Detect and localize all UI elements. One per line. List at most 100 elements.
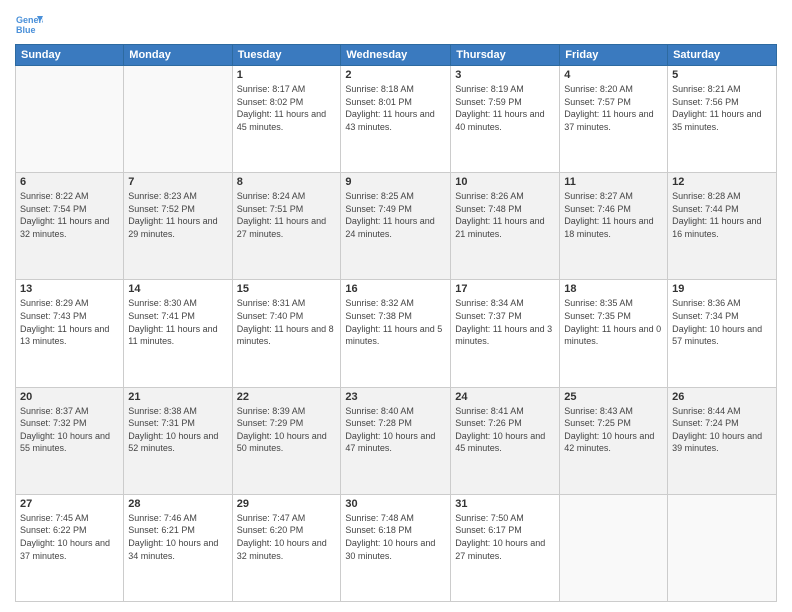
day-number: 3	[455, 69, 555, 81]
day-info: Sunrise: 7:47 AM Sunset: 6:20 PM Dayligh…	[237, 512, 337, 562]
calendar-cell	[124, 66, 232, 173]
day-number: 21	[128, 391, 227, 403]
day-info: Sunrise: 8:38 AM Sunset: 7:31 PM Dayligh…	[128, 405, 227, 455]
day-number: 26	[672, 391, 772, 403]
weekday-header-friday: Friday	[560, 45, 668, 66]
weekday-header-saturday: Saturday	[668, 45, 777, 66]
day-info: Sunrise: 8:31 AM Sunset: 7:40 PM Dayligh…	[237, 297, 337, 347]
day-info: Sunrise: 7:48 AM Sunset: 6:18 PM Dayligh…	[345, 512, 446, 562]
day-number: 12	[672, 176, 772, 188]
day-number: 19	[672, 283, 772, 295]
calendar-cell: 20Sunrise: 8:37 AM Sunset: 7:32 PM Dayli…	[16, 387, 124, 494]
calendar-cell: 30 Sunrise: 7:48 AM Sunset: 6:18 PM Dayli…	[341, 494, 451, 601]
day-info: Sunrise: 8:24 AM Sunset: 7:51 PM Dayligh…	[237, 190, 337, 240]
calendar-week-5: 27 Sunrise: 7:45 AM Sunset: 6:22 PM Dayli…	[16, 494, 777, 601]
calendar-cell: 10 Sunrise: 8:26 AM Sunset: 7:48 PM Dayli…	[451, 173, 560, 280]
calendar-cell: 9 Sunrise: 8:25 AM Sunset: 7:49 PM Daylig…	[341, 173, 451, 280]
calendar-cell: 26Sunrise: 8:44 AM Sunset: 7:24 PM Dayli…	[668, 387, 777, 494]
calendar-cell	[668, 494, 777, 601]
calendar-cell: 8 Sunrise: 8:24 AM Sunset: 7:51 PM Daylig…	[232, 173, 341, 280]
day-info: Sunrise: 8:39 AM Sunset: 7:29 PM Dayligh…	[237, 405, 337, 455]
calendar-cell	[560, 494, 668, 601]
calendar-week-3: 13Sunrise: 8:29 AM Sunset: 7:43 PM Dayli…	[16, 280, 777, 387]
svg-text:Blue: Blue	[16, 25, 36, 35]
calendar-cell: 15Sunrise: 8:31 AM Sunset: 7:40 PM Dayli…	[232, 280, 341, 387]
calendar-week-1: 1Sunrise: 8:17 AM Sunset: 8:02 PM Daylig…	[16, 66, 777, 173]
day-info: Sunrise: 8:34 AM Sunset: 7:37 PM Dayligh…	[455, 297, 555, 347]
calendar-cell: 5 Sunrise: 8:21 AM Sunset: 7:56 PM Daylig…	[668, 66, 777, 173]
calendar-cell: 7 Sunrise: 8:23 AM Sunset: 7:52 PM Daylig…	[124, 173, 232, 280]
day-number: 25	[564, 391, 663, 403]
day-number: 22	[237, 391, 337, 403]
day-number: 10	[455, 176, 555, 188]
day-info: Sunrise: 8:23 AM Sunset: 7:52 PM Dayligh…	[128, 190, 227, 240]
day-info: Sunrise: 8:41 AM Sunset: 7:26 PM Dayligh…	[455, 405, 555, 455]
calendar-cell: 21 Sunrise: 8:38 AM Sunset: 7:31 PM Dayli…	[124, 387, 232, 494]
day-number: 27	[20, 498, 119, 510]
day-number: 5	[672, 69, 772, 81]
calendar-cell: 13Sunrise: 8:29 AM Sunset: 7:43 PM Dayli…	[16, 280, 124, 387]
logo-icon: General Blue	[15, 10, 43, 38]
day-number: 23	[345, 391, 446, 403]
weekday-header-monday: Monday	[124, 45, 232, 66]
day-info: Sunrise: 8:26 AM Sunset: 7:48 PM Dayligh…	[455, 190, 555, 240]
calendar-cell: 6 Sunrise: 8:22 AM Sunset: 7:54 PM Daylig…	[16, 173, 124, 280]
calendar-week-2: 6 Sunrise: 8:22 AM Sunset: 7:54 PM Daylig…	[16, 173, 777, 280]
day-info: Sunrise: 8:29 AM Sunset: 7:43 PM Dayligh…	[20, 297, 119, 347]
calendar-cell: 17 Sunrise: 8:34 AM Sunset: 7:37 PM Dayli…	[451, 280, 560, 387]
day-info: Sunrise: 8:21 AM Sunset: 7:56 PM Dayligh…	[672, 83, 772, 133]
day-info: Sunrise: 8:30 AM Sunset: 7:41 PM Dayligh…	[128, 297, 227, 347]
calendar-table: SundayMondayTuesdayWednesdayThursdayFrid…	[15, 44, 777, 602]
weekday-header-sunday: Sunday	[16, 45, 124, 66]
day-number: 29	[237, 498, 337, 510]
day-info: Sunrise: 8:20 AM Sunset: 7:57 PM Dayligh…	[564, 83, 663, 133]
day-info: Sunrise: 8:32 AM Sunset: 7:38 PM Dayligh…	[345, 297, 446, 347]
day-info: Sunrise: 8:18 AM Sunset: 8:01 PM Dayligh…	[345, 83, 446, 133]
day-info: Sunrise: 7:50 AM Sunset: 6:17 PM Dayligh…	[455, 512, 555, 562]
calendar-cell: 12 Sunrise: 8:28 AM Sunset: 7:44 PM Dayli…	[668, 173, 777, 280]
day-number: 7	[128, 176, 227, 188]
calendar-cell: 3 Sunrise: 8:19 AM Sunset: 7:59 PM Daylig…	[451, 66, 560, 173]
day-info: Sunrise: 8:25 AM Sunset: 7:49 PM Dayligh…	[345, 190, 446, 240]
calendar-cell: 23Sunrise: 8:40 AM Sunset: 7:28 PM Dayli…	[341, 387, 451, 494]
day-info: Sunrise: 7:46 AM Sunset: 6:21 PM Dayligh…	[128, 512, 227, 562]
day-number: 2	[345, 69, 446, 81]
page: General Blue SundayMondayTuesdayWednesda…	[0, 0, 792, 612]
day-info: Sunrise: 8:28 AM Sunset: 7:44 PM Dayligh…	[672, 190, 772, 240]
calendar-cell: 4 Sunrise: 8:20 AM Sunset: 7:57 PM Daylig…	[560, 66, 668, 173]
calendar-cell: 14 Sunrise: 8:30 AM Sunset: 7:41 PM Dayli…	[124, 280, 232, 387]
calendar-cell: 16Sunrise: 8:32 AM Sunset: 7:38 PM Dayli…	[341, 280, 451, 387]
calendar-cell: 2 Sunrise: 8:18 AM Sunset: 8:01 PM Daylig…	[341, 66, 451, 173]
day-info: Sunrise: 8:36 AM Sunset: 7:34 PM Dayligh…	[672, 297, 772, 347]
logo: General Blue	[15, 10, 47, 38]
day-info: Sunrise: 8:43 AM Sunset: 7:25 PM Dayligh…	[564, 405, 663, 455]
day-number: 9	[345, 176, 446, 188]
header: General Blue	[15, 10, 777, 38]
calendar-cell: 25 Sunrise: 8:43 AM Sunset: 7:25 PM Dayli…	[560, 387, 668, 494]
day-number: 14	[128, 283, 227, 295]
day-number: 28	[128, 498, 227, 510]
calendar-cell: 29 Sunrise: 7:47 AM Sunset: 6:20 PM Dayli…	[232, 494, 341, 601]
day-info: Sunrise: 8:37 AM Sunset: 7:32 PM Dayligh…	[20, 405, 119, 455]
day-info: Sunrise: 8:27 AM Sunset: 7:46 PM Dayligh…	[564, 190, 663, 240]
day-number: 11	[564, 176, 663, 188]
day-info: Sunrise: 8:17 AM Sunset: 8:02 PM Dayligh…	[237, 83, 337, 133]
day-info: Sunrise: 8:19 AM Sunset: 7:59 PM Dayligh…	[455, 83, 555, 133]
day-number: 6	[20, 176, 119, 188]
day-number: 30	[345, 498, 446, 510]
day-info: Sunrise: 8:22 AM Sunset: 7:54 PM Dayligh…	[20, 190, 119, 240]
calendar-cell: 31 Sunrise: 7:50 AM Sunset: 6:17 PM Dayli…	[451, 494, 560, 601]
weekday-header-row: SundayMondayTuesdayWednesdayThursdayFrid…	[16, 45, 777, 66]
calendar-cell: 22 Sunrise: 8:39 AM Sunset: 7:29 PM Dayli…	[232, 387, 341, 494]
weekday-header-wednesday: Wednesday	[341, 45, 451, 66]
day-number: 8	[237, 176, 337, 188]
day-number: 17	[455, 283, 555, 295]
day-number: 4	[564, 69, 663, 81]
calendar-week-4: 20Sunrise: 8:37 AM Sunset: 7:32 PM Dayli…	[16, 387, 777, 494]
calendar-cell: 18Sunrise: 8:35 AM Sunset: 7:35 PM Dayli…	[560, 280, 668, 387]
weekday-header-tuesday: Tuesday	[232, 45, 341, 66]
day-info: Sunrise: 7:45 AM Sunset: 6:22 PM Dayligh…	[20, 512, 119, 562]
calendar-cell: 11 Sunrise: 8:27 AM Sunset: 7:46 PM Dayli…	[560, 173, 668, 280]
day-number: 31	[455, 498, 555, 510]
calendar-cell: 28 Sunrise: 7:46 AM Sunset: 6:21 PM Dayli…	[124, 494, 232, 601]
